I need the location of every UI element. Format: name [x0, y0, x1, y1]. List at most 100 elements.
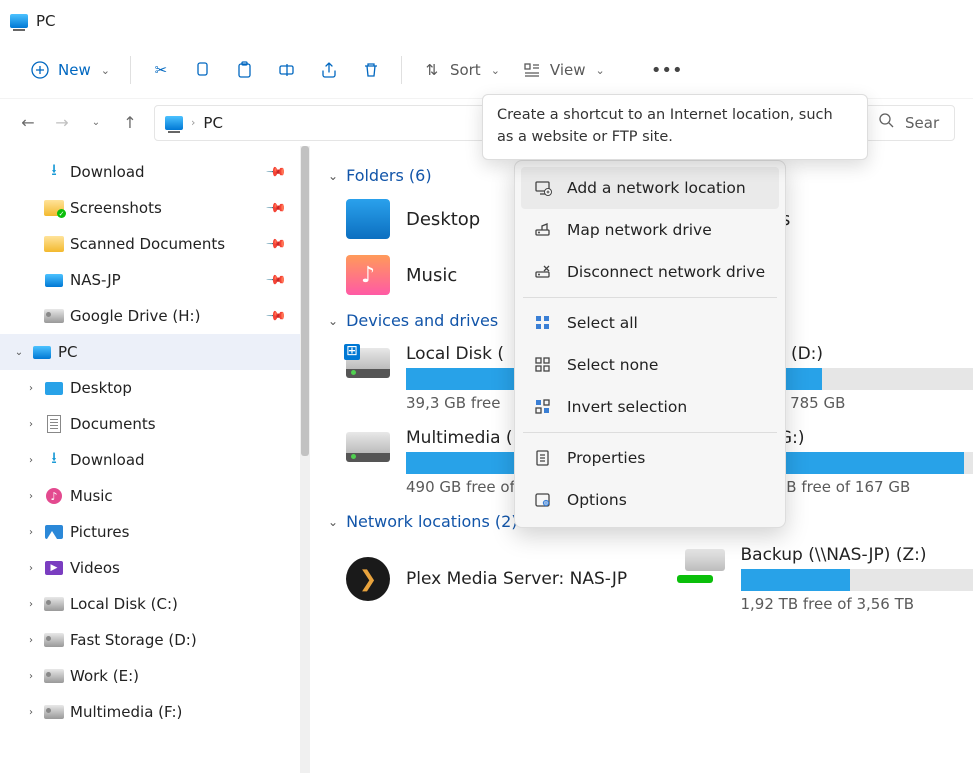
chevron-right-icon: ›	[24, 419, 38, 430]
menu-options[interactable]: Options	[521, 479, 779, 521]
folder-icon	[44, 234, 64, 254]
chevron-right-icon: ›	[24, 563, 38, 574]
drive-icon	[44, 594, 64, 614]
share-button[interactable]	[309, 54, 349, 86]
pin-icon: 📌	[265, 197, 287, 219]
music-icon: ♪	[44, 486, 64, 506]
pc-icon	[10, 14, 28, 28]
select-all-icon	[533, 313, 553, 333]
pin-icon: 📌	[265, 161, 287, 183]
sidebar-item-desktop[interactable]: ›Desktop	[0, 370, 300, 406]
drive-icon	[44, 666, 64, 686]
sidebar-item-this-pc[interactable]: ⌄ PC	[0, 334, 300, 370]
view-icon	[522, 60, 542, 80]
pin-icon: 📌	[265, 305, 287, 327]
sidebar-item-download[interactable]: ›⭳Download	[0, 442, 300, 478]
menu-map-network-drive[interactable]: Map network drive	[521, 209, 779, 251]
search-icon	[878, 112, 895, 133]
more-button[interactable]: •••	[647, 54, 687, 86]
chevron-down-icon: ⌄	[596, 64, 605, 77]
menu-properties[interactable]: Properties	[521, 437, 779, 479]
new-button[interactable]: New ⌄	[20, 54, 120, 86]
properties-icon	[533, 448, 553, 468]
menu-add-a-network-location[interactable]: Add a network location	[521, 167, 779, 209]
sidebar-item-fast-storage-d-[interactable]: ›Fast Storage (D:)	[0, 622, 300, 658]
sidebar-item-scanned-documents[interactable]: Scanned Documents 📌	[0, 226, 300, 262]
pc-icon	[165, 116, 183, 130]
network-drive-backup[interactable]: Backup (\\NAS-JP) (Z:) 1,92 TB free of 3…	[677, 545, 973, 613]
pc-icon	[44, 270, 64, 290]
rename-icon	[277, 60, 297, 80]
body: ⭳ Download 📌 ✓ Screenshots 📌 Scanned Doc…	[0, 146, 973, 773]
copy-icon	[193, 60, 213, 80]
options-icon	[533, 490, 553, 510]
chevron-right-icon: ›	[24, 455, 38, 466]
chevron-down-icon: ⌄	[12, 347, 26, 358]
pin-icon: 📌	[265, 269, 287, 291]
search-placeholder: Sear	[905, 114, 939, 132]
videos-icon: ▶	[44, 558, 64, 578]
navigation-pane: ⭳ Download 📌 ✓ Screenshots 📌 Scanned Doc…	[0, 146, 300, 773]
sort-button[interactable]: ⇅ Sort ⌄	[412, 54, 510, 86]
chevron-right-icon: ›	[191, 116, 195, 129]
menu-select-all[interactable]: Select all	[521, 302, 779, 344]
download-icon: ⭳	[44, 450, 64, 470]
paste-button[interactable]	[225, 54, 265, 86]
window-title: PC	[36, 12, 56, 30]
sidebar-item-screenshots[interactable]: ✓ Screenshots 📌	[0, 190, 300, 226]
desktop-blue-icon	[44, 378, 64, 398]
sidebar-scrollbar[interactable]	[300, 146, 310, 773]
title-bar: PC	[0, 0, 973, 42]
sidebar-item-pictures[interactable]: ›Pictures	[0, 514, 300, 550]
drive-net-icon	[533, 220, 553, 240]
sidebar-item-multimedia-f-[interactable]: ›Multimedia (F:)	[0, 694, 300, 730]
back-button[interactable]: ←	[18, 113, 38, 133]
up-button[interactable]: ↑	[120, 113, 140, 133]
context-menu: Add a network locationMap network driveD…	[514, 160, 786, 528]
paste-icon	[235, 60, 255, 80]
sidebar-item-documents[interactable]: ›Documents	[0, 406, 300, 442]
sort-icon: ⇅	[422, 60, 442, 80]
sidebar-item-download[interactable]: ⭳ Download 📌	[0, 154, 300, 190]
search-box[interactable]: Sear	[865, 105, 955, 141]
sidebar-item-work-e-[interactable]: ›Work (E:)	[0, 658, 300, 694]
chevron-down-icon: ⌄	[328, 515, 338, 529]
breadcrumb[interactable]: PC	[203, 114, 223, 132]
music-folder-icon	[346, 255, 390, 295]
view-button[interactable]: View ⌄	[512, 54, 615, 86]
cut-button[interactable]: ✂	[141, 54, 181, 86]
copy-button[interactable]	[183, 54, 223, 86]
menu-separator	[523, 297, 777, 298]
menu-separator	[523, 432, 777, 433]
sort-label: Sort	[450, 61, 481, 79]
pictures-icon	[44, 522, 64, 542]
sidebar-item-music[interactable]: ›♪Music	[0, 478, 300, 514]
menu-select-none[interactable]: Select none	[521, 344, 779, 386]
sidebar-item-local-disk-c-[interactable]: ›Local Disk (C:)	[0, 586, 300, 622]
delete-button[interactable]	[351, 54, 391, 86]
sidebar-item-google-drive[interactable]: Google Drive (H:) 📌	[0, 298, 300, 334]
sidebar-item-nas-jp[interactable]: NAS-JP 📌	[0, 262, 300, 298]
network-plex[interactable]: Plex Media Server: NAS-JP	[346, 545, 643, 613]
drive-icon	[346, 348, 390, 378]
drive-icon	[44, 630, 64, 650]
ellipsis-icon: •••	[657, 60, 677, 80]
scrollbar-thumb[interactable]	[301, 146, 309, 456]
drive-icon	[346, 432, 390, 462]
rename-button[interactable]	[267, 54, 307, 86]
recent-button[interactable]: ⌄	[86, 113, 106, 133]
menu-invert-selection[interactable]: Invert selection	[521, 386, 779, 428]
folder-icon: ✓	[44, 198, 64, 218]
pin-icon: 📌	[265, 233, 287, 255]
share-icon	[319, 60, 339, 80]
scissors-icon: ✂	[151, 60, 171, 80]
chevron-right-icon: ›	[24, 527, 38, 538]
forward-button[interactable]: →	[52, 113, 72, 133]
chevron-right-icon: ›	[24, 599, 38, 610]
doc-icon	[44, 414, 64, 434]
chevron-right-icon: ›	[24, 707, 38, 718]
network-drive-icon	[677, 549, 725, 583]
sidebar-item-videos[interactable]: ›▶Videos	[0, 550, 300, 586]
trash-icon	[361, 60, 381, 80]
menu-disconnect-network-drive[interactable]: Disconnect network drive	[521, 251, 779, 293]
